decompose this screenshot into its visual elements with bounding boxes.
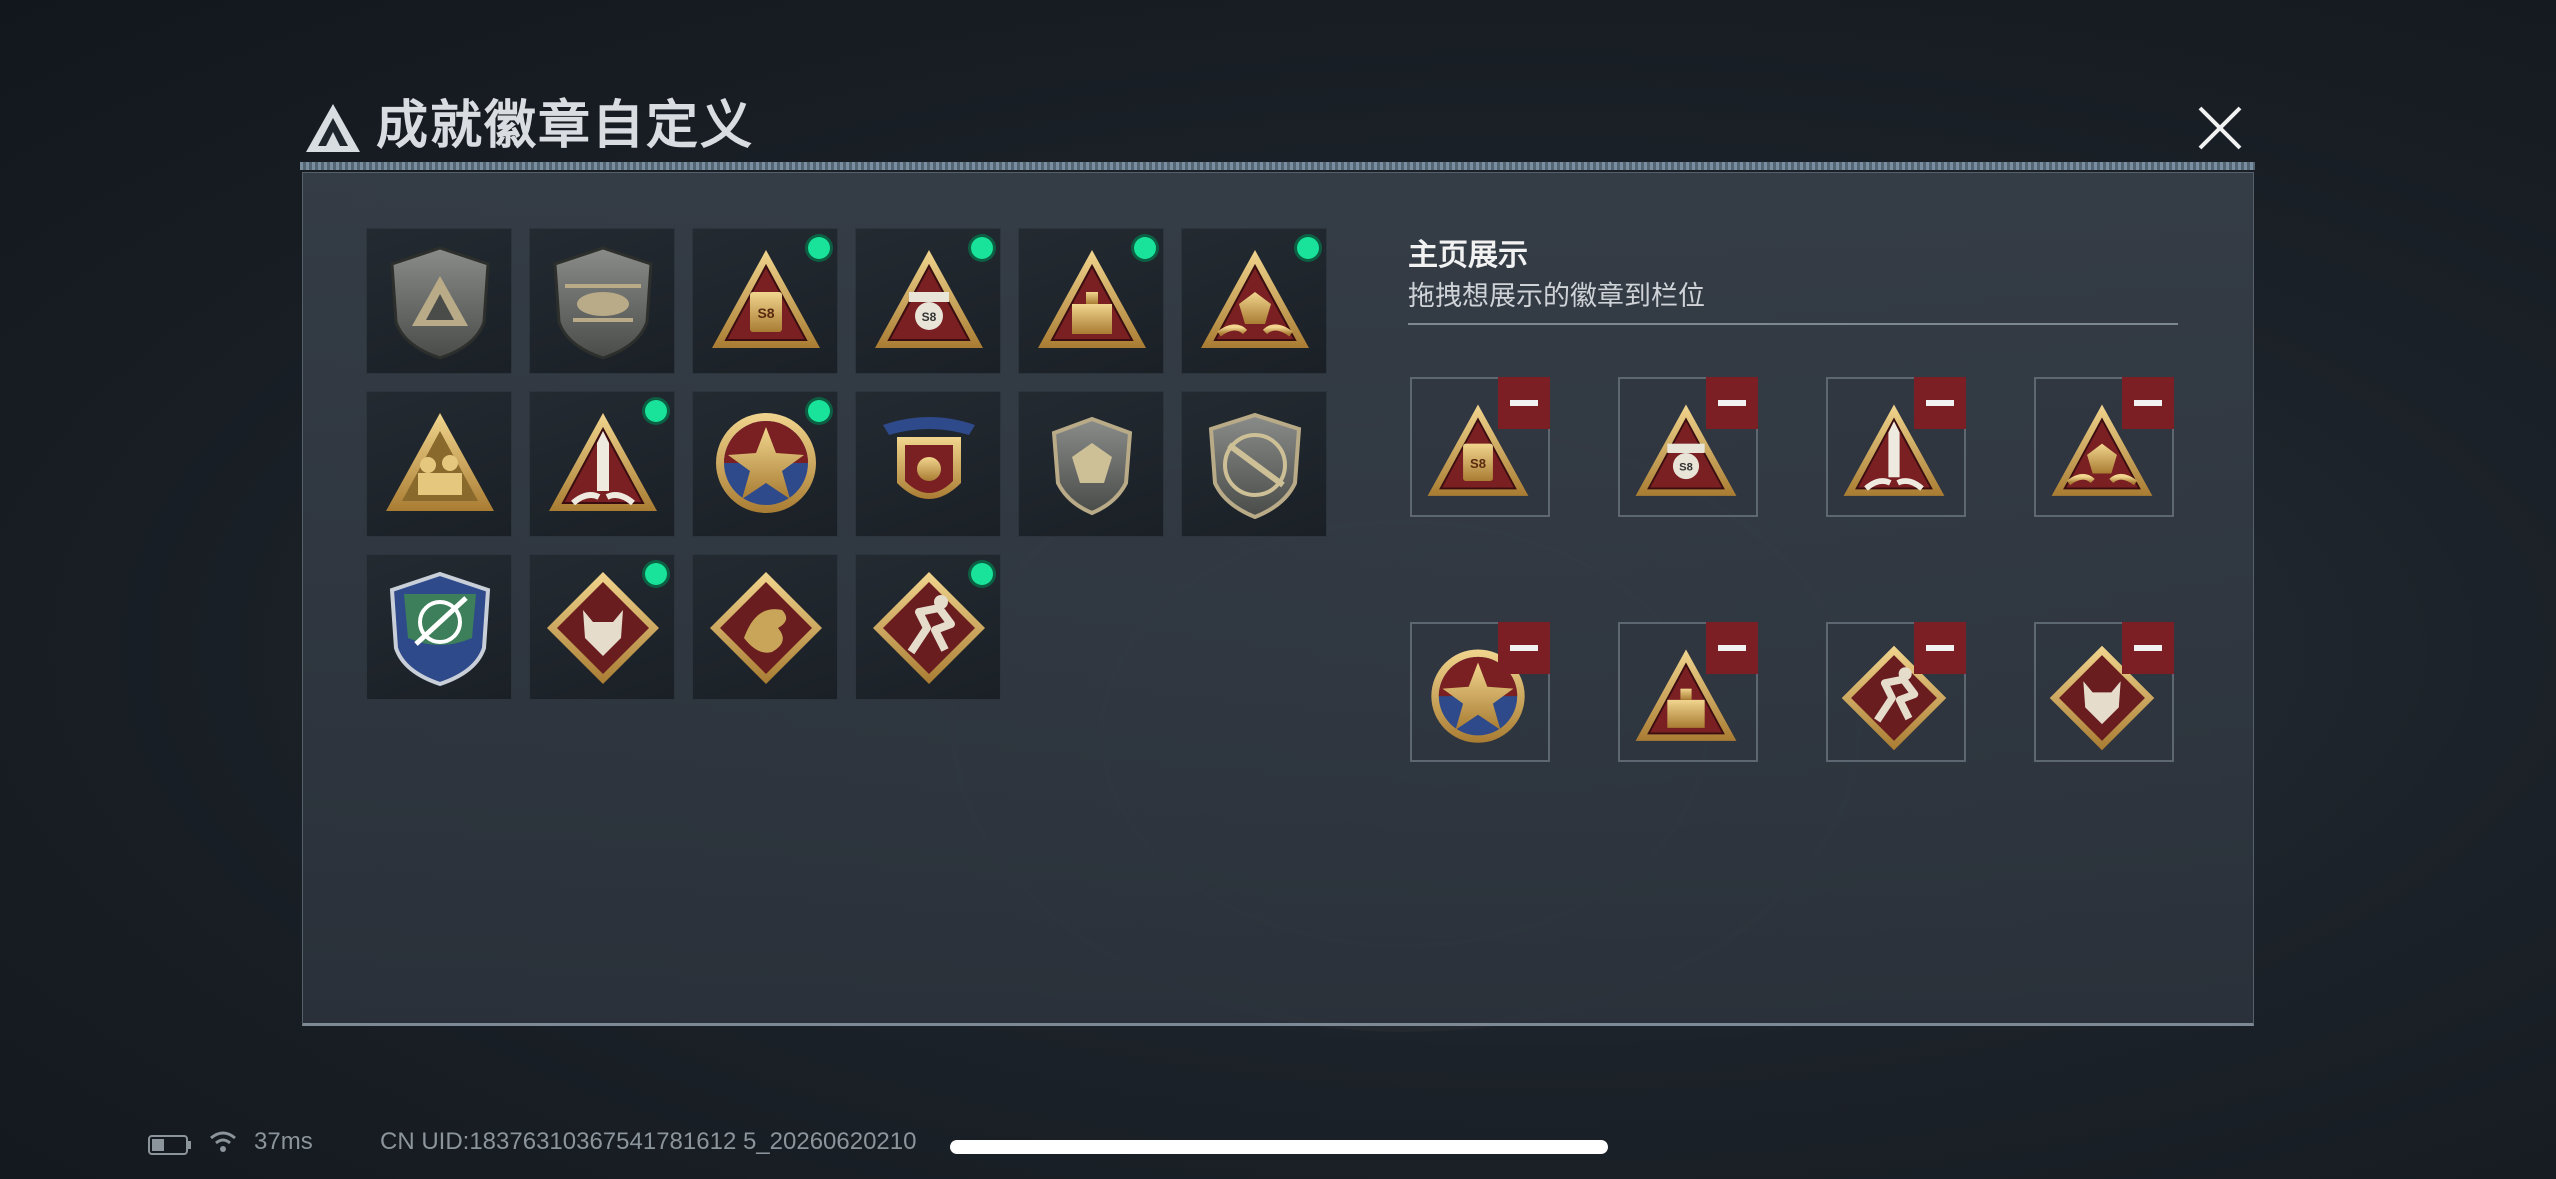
wolf-diamond-badge-icon <box>543 568 663 688</box>
badge-cell-wolf-diamond[interactable] <box>529 554 675 700</box>
title-divider <box>300 162 2255 170</box>
crate-triangle-badge-icon <box>1032 242 1152 362</box>
showcase-slot-3[interactable] <box>1826 377 1966 517</box>
home-indicator[interactable] <box>950 1140 1608 1154</box>
svg-text:S8: S8 <box>1679 462 1693 474</box>
page-title: 成就徽章自定义 <box>376 97 755 155</box>
showcase-slot-4[interactable] <box>2034 377 2174 517</box>
remove-badge-button[interactable] <box>1706 622 1758 674</box>
crosshair-wings-badge-icon <box>389 571 491 687</box>
user-uid: CN UID:18376310367541781612 5_2026062021… <box>380 1128 917 1155</box>
wifi-icon <box>210 1131 236 1152</box>
badge-cell-rifle-shield[interactable] <box>1181 391 1327 537</box>
showcase-slot-5[interactable] <box>1410 622 1550 762</box>
dragon-diamond-badge-icon <box>706 568 826 688</box>
showcase-slot-2[interactable]: S8 <box>1618 377 1758 517</box>
showcase-slot-7[interactable] <box>1826 622 1966 762</box>
new-indicator-dot <box>971 237 993 259</box>
badge-cell-helicopter-shield[interactable] <box>529 228 675 374</box>
remove-badge-button[interactable] <box>1706 377 1758 429</box>
badge-cell-runner-diamond[interactable] <box>855 554 1001 700</box>
close-button[interactable] <box>2192 100 2248 156</box>
winged-crest-badge-icon <box>883 417 975 499</box>
new-indicator-dot <box>808 237 830 259</box>
shield-triangle-badge-icon <box>390 246 490 360</box>
new-indicator-dot <box>645 563 667 585</box>
helicopter-shield-badge-icon <box>553 246 653 360</box>
gem-hands-triangle-badge-icon <box>1195 242 1315 362</box>
svg-text:S8: S8 <box>922 310 937 324</box>
new-indicator-dot <box>1297 237 1319 259</box>
new-indicator-dot <box>808 400 830 422</box>
badge-cell-crate-triangle[interactable] <box>1018 228 1164 374</box>
battery-triangle-badge-icon: S8 <box>706 242 826 362</box>
rocket-triangle-badge-icon <box>543 405 663 525</box>
close-x-icon <box>2198 106 2242 150</box>
svg-text:S8: S8 <box>1470 456 1486 471</box>
game-logo-icon <box>306 104 360 152</box>
title-bar: 成就徽章自定义 <box>300 90 2250 162</box>
remove-badge-button[interactable] <box>1914 622 1966 674</box>
remove-badge-button[interactable] <box>2122 377 2174 429</box>
battery-icon <box>148 1135 191 1155</box>
gem-shield-badge-icon <box>1051 416 1133 516</box>
remove-badge-button[interactable] <box>2122 622 2174 674</box>
showcase-slot-1[interactable]: S8 <box>1410 377 1550 517</box>
showcase-subtitle: 拖拽想展示的徽章到栏位 <box>1408 281 1705 311</box>
badge-cell-gem-shield[interactable] <box>1018 391 1164 537</box>
badge-cell-robot-triangle[interactable]: S8 <box>855 228 1001 374</box>
badge-cell-star-wheel[interactable] <box>692 391 838 537</box>
remove-badge-button[interactable] <box>1914 377 1966 429</box>
svg-text:S8: S8 <box>757 305 774 321</box>
badge-cell-winged-crest[interactable] <box>855 391 1001 537</box>
new-indicator-dot <box>645 400 667 422</box>
badge-cell-rocket-triangle[interactable] <box>529 391 675 537</box>
showcase-slot-8[interactable] <box>2034 622 2174 762</box>
robot-triangle-badge-icon: S8 <box>869 242 989 362</box>
rifle-shield-badge-icon <box>1208 412 1302 520</box>
runner-diamond-badge-icon <box>869 568 989 688</box>
remove-badge-button[interactable] <box>1498 622 1550 674</box>
squad-triangle-badge-icon <box>386 413 494 511</box>
showcase-divider <box>1408 323 2178 325</box>
badge-cell-squad-triangle[interactable] <box>366 391 512 537</box>
showcase-slot-6[interactable] <box>1618 622 1758 762</box>
new-indicator-dot <box>1134 237 1156 259</box>
new-indicator-dot <box>971 563 993 585</box>
badge-cell-dragon-diamond[interactable] <box>692 554 838 700</box>
badge-cell-crosshair-wings[interactable] <box>366 554 512 700</box>
badge-cell-shield-triangle[interactable] <box>366 228 512 374</box>
badge-cell-gem-hands-triangle[interactable] <box>1181 228 1327 374</box>
badge-cell-battery-triangle[interactable]: S8 <box>692 228 838 374</box>
ping-readout: 37ms <box>254 1128 313 1155</box>
remove-badge-button[interactable] <box>1498 377 1550 429</box>
star-wheel-badge-icon <box>716 413 816 513</box>
showcase-title: 主页展示 <box>1408 239 1528 272</box>
